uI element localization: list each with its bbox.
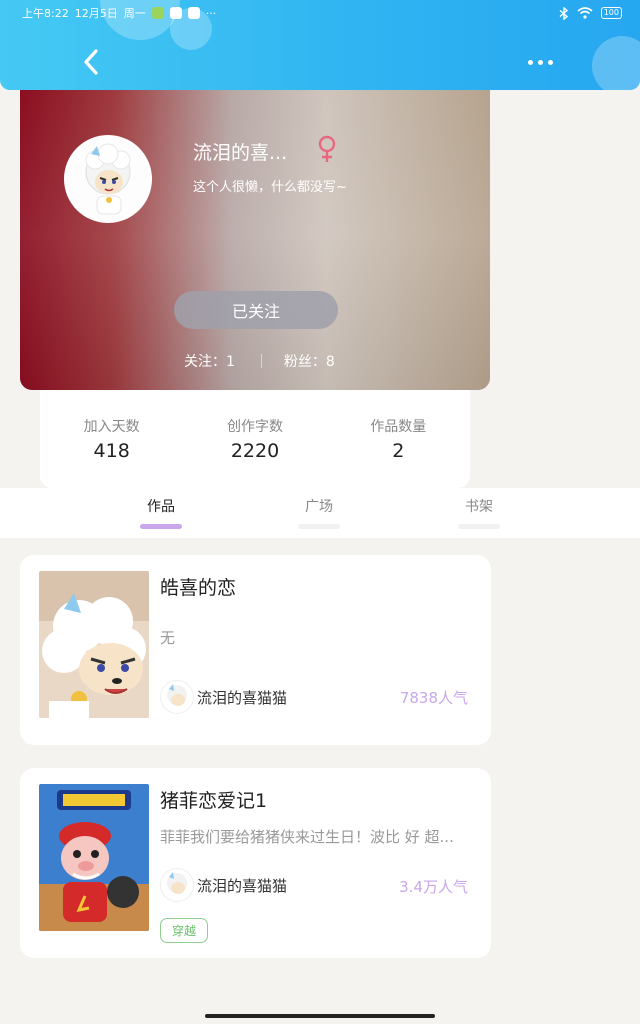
app-notify-icon [151,7,164,19]
work-cover [39,571,149,718]
tab-label: 广场 [305,499,333,515]
more-dots-icon [527,59,533,65]
follow-stats: 关注：1 粉丝：8 [184,351,335,371]
divider [260,354,262,368]
wifi-icon [577,7,593,19]
avatar[interactable] [64,135,152,223]
work-cover [39,784,149,931]
status-weekday: 周一 [123,7,146,20]
shield-notify-icon [169,7,182,19]
stat-label: 创作字数 [226,419,283,435]
sheep-avatar-icon [67,138,149,220]
tab-bookshelf[interactable]: 书架 [458,496,500,529]
tab-label: 作品 [147,499,175,515]
tab-indicator [298,524,340,529]
stat-works-count: 作品数量 2 [327,390,470,488]
stats-card: 加入天数 418 创作字数 2220 作品数量 2 [40,390,470,488]
more-button[interactable] [520,52,560,72]
work-description: 菲菲我们要给猪猪侠来过生日！波比 好 超... [160,828,454,846]
chevron-left-icon [84,49,98,75]
home-indicator[interactable] [205,1014,435,1018]
tab-label: 书架 [465,499,493,515]
author-row: 流泪的喜猫猫 [160,868,287,902]
genre-tag[interactable]: 穿越 [160,918,209,943]
stat-word-count: 创作字数 2220 [183,390,326,488]
work-title: 皓喜的恋 [160,577,237,599]
sheep-avatar-icon [167,872,187,894]
tab-active-indicator [140,524,182,529]
pig-hero-cover-image [39,784,149,931]
sheep-avatar-icon [167,684,187,706]
profile-nickname: 流泪的喜... [193,142,288,164]
following-count[interactable]: 关注：1 [184,351,235,371]
stat-label: 作品数量 [370,419,427,435]
popularity-count: 7838人气 [399,689,468,707]
tab-square[interactable]: 广场 [298,496,340,529]
status-bar: 上午8:22 12月5日 周一 ··· 100 [22,4,622,22]
author-name: 流泪的喜猫猫 [197,876,288,895]
profile-bio: 这个人很懒，什么都没写~ [193,180,347,195]
battery-icon: 100 [600,7,622,19]
popularity-count: 3.4万人气 [399,878,468,896]
work-title: 猪菲恋爱记1 [160,790,268,812]
decor-bubble [592,36,640,90]
tab-indicator [458,524,500,529]
stat-value: 2 [392,440,405,462]
author-name: 流泪的喜猫猫 [197,688,288,707]
followers-count[interactable]: 粉丝：8 [284,351,335,371]
work-card[interactable]: 猪菲恋爱记1 菲菲我们要给猪猪侠来过生日！波比 好 超... 流泪的喜猫猫 3.… [20,768,491,958]
author-avatar [160,868,194,902]
stat-label: 加入天数 [83,419,140,435]
stat-join-days: 加入天数 418 [40,390,183,488]
author-avatar [160,680,194,714]
female-symbol-icon [318,135,336,162]
status-date: 12月5日 [74,7,118,20]
work-card[interactable]: 皓喜的恋 无 流泪的喜猫猫 7838人气 [20,555,491,745]
play-notify-icon [187,7,200,19]
sheep-cover-image [39,571,149,718]
stat-value: 418 [93,440,130,462]
work-description: 无 [160,629,176,647]
profile-header: 流泪的喜... 这个人很懒，什么都没写~ 已关注 关注：1 粉丝：8 [20,80,490,390]
tab-works[interactable]: 作品 [140,496,182,529]
stat-value: 2220 [230,440,280,462]
back-button[interactable] [76,44,106,80]
top-bar: 上午8:22 12月5日 周一 ··· 100 [0,0,640,90]
author-row: 流泪的喜猫猫 [160,680,287,714]
followed-button[interactable]: 已关注 [174,291,338,329]
status-more: ··· [205,6,217,20]
status-time: 上午8:22 [22,7,69,20]
bluetooth-icon [559,6,568,20]
